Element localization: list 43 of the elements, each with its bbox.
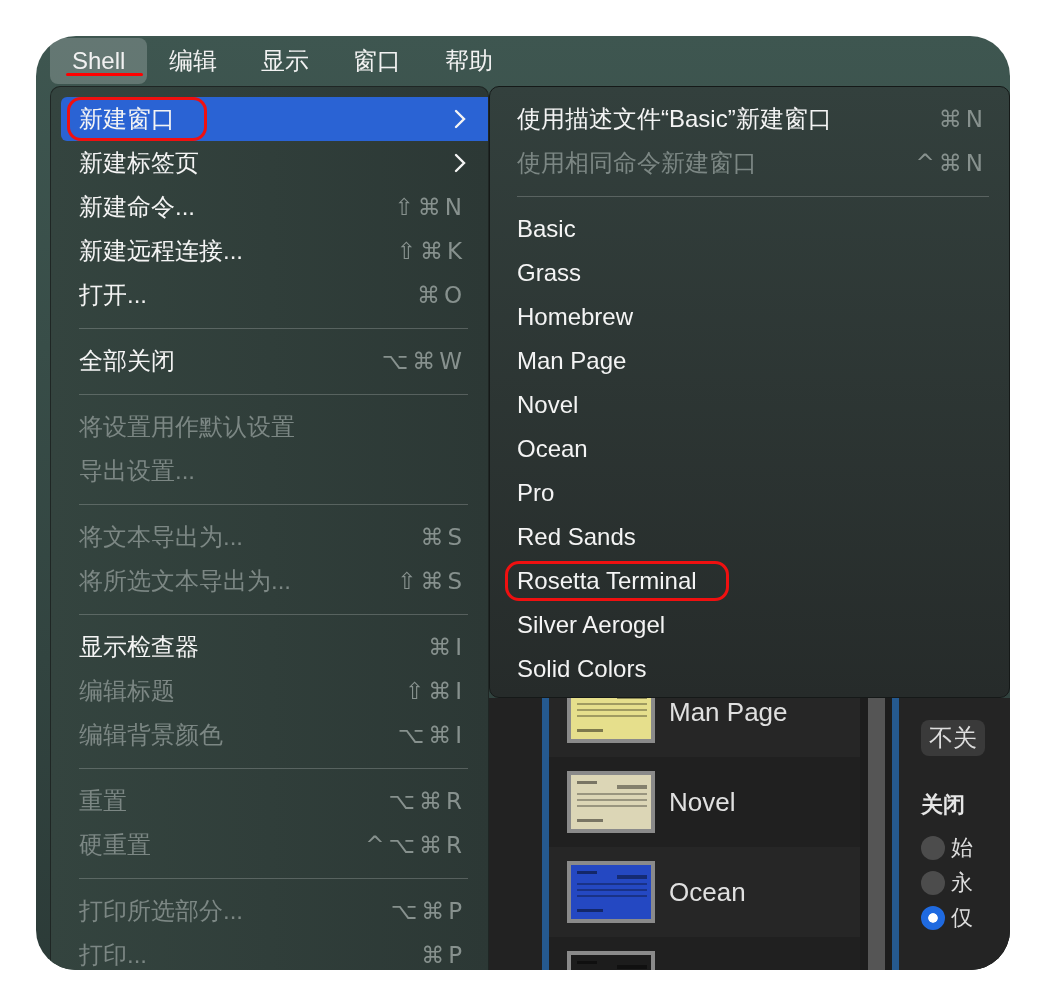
chevron-right-icon xyxy=(454,109,466,129)
profile-name: Ocean xyxy=(669,876,746,908)
menu-item[interactable]: Solid Colors xyxy=(490,647,1009,691)
menu-item[interactable]: 显示检查器 ⌘I xyxy=(61,625,488,669)
menu-item[interactable]: 新建远程连接... ⇧⌘K xyxy=(61,229,488,273)
profile-row[interactable]: Ocean xyxy=(549,847,860,937)
menu-item[interactable]: Red Sands xyxy=(490,515,1009,559)
menu-item[interactable]: 新建命令... ⇧⌘N xyxy=(61,185,488,229)
radio-button[interactable] xyxy=(921,835,945,860)
menu-item[interactable]: Homebrew xyxy=(490,295,1009,339)
menu-item[interactable]: Basic xyxy=(490,207,1009,251)
menu-bar-item[interactable]: 显示 xyxy=(239,38,332,84)
menu-item[interactable]: Rosetta Terminal xyxy=(490,559,1009,603)
profile-preview-icon xyxy=(567,771,655,833)
menu-bar-item[interactable]: 窗口 xyxy=(331,38,424,84)
menu-bar-item[interactable]: 编辑 xyxy=(147,38,240,84)
menu-item[interactable]: 打开... ⌘O xyxy=(61,273,488,317)
menu-item[interactable]: 新建窗口 xyxy=(61,97,488,141)
radio-button[interactable] xyxy=(921,905,945,930)
menu-item[interactable]: 新建标签页 xyxy=(61,141,488,185)
profile-row[interactable]: Man Page xyxy=(549,698,860,757)
menu-item[interactable]: Grass xyxy=(490,251,1009,295)
profile-name: Man Page xyxy=(669,698,788,728)
menu-item[interactable]: Ocean xyxy=(490,427,1009,471)
profile-name: Novel xyxy=(669,786,736,818)
profile-preview-icon xyxy=(567,861,655,923)
menu-item[interactable]: Novel xyxy=(490,383,1009,427)
radio-label: 仅 xyxy=(951,903,973,932)
menu-item[interactable]: Pro xyxy=(490,471,1009,515)
radio-label: 始 xyxy=(951,833,973,862)
chevron-right-icon xyxy=(454,153,466,173)
scrollbar[interactable] xyxy=(868,698,885,970)
menu-bar-item[interactable]: Shell xyxy=(50,38,148,84)
menu-item[interactable]: 全部关闭 ⌥⌘W xyxy=(61,339,488,383)
popup-button[interactable]: 不关 xyxy=(921,720,985,756)
profile-preview-icon xyxy=(567,698,655,743)
menu-item[interactable]: Man Page xyxy=(490,339,1009,383)
section-label: 关闭 xyxy=(921,791,965,819)
menu-item[interactable]: Silver Aerogel xyxy=(490,603,1009,647)
menu-item[interactable]: 使用描述文件“Basic”新建窗口 ⌘N xyxy=(490,97,1009,141)
radio-label: 永 xyxy=(951,868,973,897)
radio-button[interactable] xyxy=(921,870,945,895)
menu-bar-item[interactable]: 帮助 xyxy=(423,38,516,84)
